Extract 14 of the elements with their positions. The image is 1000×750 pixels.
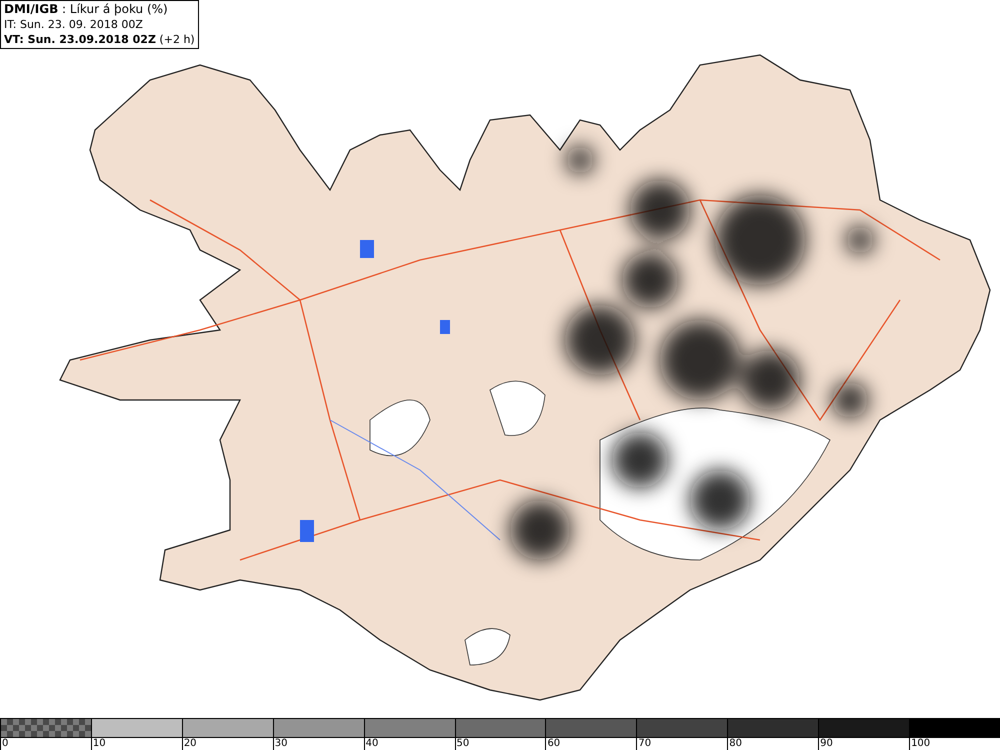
legend-label: 0 — [1, 738, 10, 750]
legend-label: 80 — [728, 738, 743, 750]
legend-label: 30 — [274, 738, 288, 750]
legend-label: 10 — [92, 738, 107, 750]
title-line: IT: Sun. 23. 09. 2018 00Z — [4, 17, 144, 32]
legend-label: 60 — [546, 738, 562, 750]
legend-label: 40 — [364, 738, 380, 750]
legend-label: 90 — [819, 738, 834, 750]
legend-label: 50 — [456, 738, 470, 750]
legend-label: 70 — [637, 738, 652, 750]
title-line: VT: Sun. 23.09.2018 02Z (+2 h) — [4, 32, 195, 47]
legend-label: 100 — [910, 738, 932, 750]
title-line: DMI/IGB : Líkur á þoku (%) — [4, 2, 169, 17]
legend-label: 20 — [182, 738, 198, 750]
